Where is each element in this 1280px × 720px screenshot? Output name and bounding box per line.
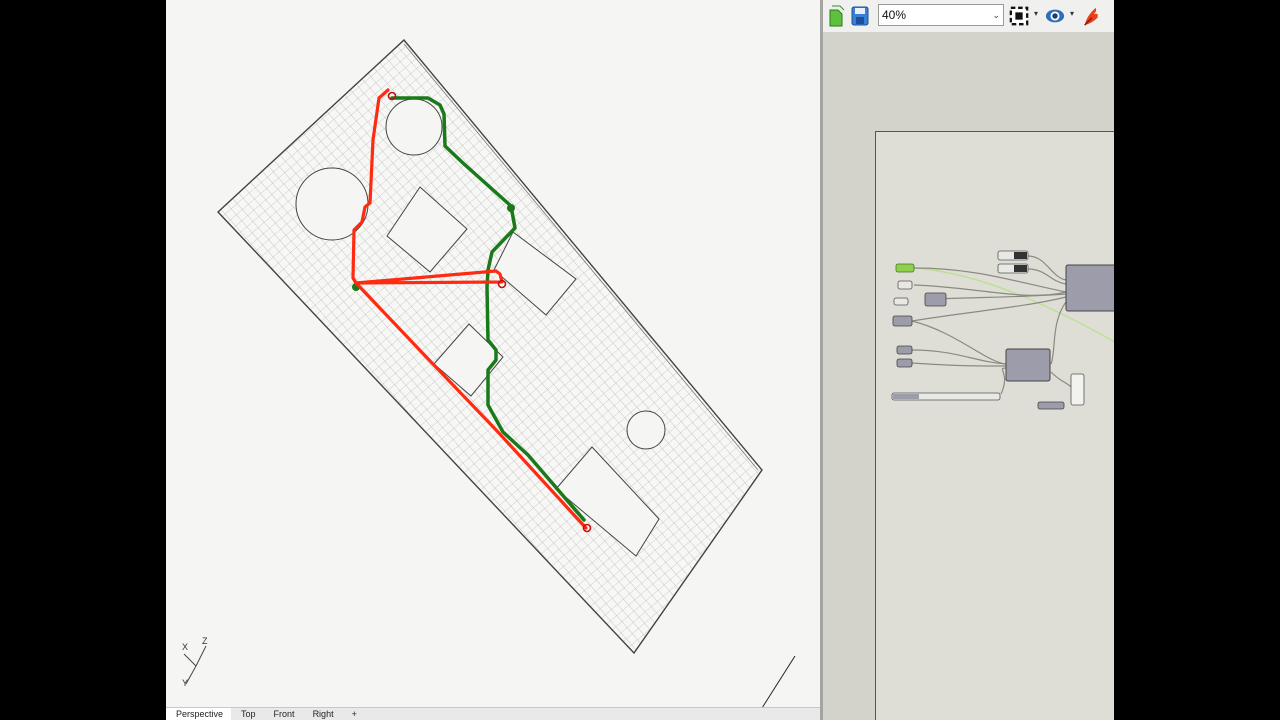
grasshopper-panel: 40% ⌄ ▾ ▾ xyxy=(820,0,1114,720)
circle-hole-small-top xyxy=(385,98,443,156)
gh-component-main xyxy=(1065,264,1114,312)
axis-z-label: Z xyxy=(202,636,208,646)
green-node-1 xyxy=(507,204,515,212)
gh-param-3 xyxy=(892,315,913,327)
circle-hole-large xyxy=(295,167,369,241)
axis-indicator: Z X Y xyxy=(176,636,216,694)
grasshopper-canvas[interactable] xyxy=(875,131,1114,720)
preview-dropdown-arrow[interactable]: ▾ xyxy=(1070,9,1074,18)
tab-right[interactable]: Right xyxy=(303,708,342,720)
zoom-level-dropdown[interactable]: 40% ⌄ xyxy=(878,4,1004,26)
tab-top[interactable]: Top xyxy=(231,708,264,720)
gh-param-5 xyxy=(896,358,913,368)
gh-param-4 xyxy=(896,345,913,355)
axis-x-label: X xyxy=(182,642,189,652)
preview-eye-icon[interactable] xyxy=(1045,4,1065,28)
viewport-scene[interactable] xyxy=(166,0,820,708)
gh-param-6 xyxy=(1037,401,1065,410)
panel-splitter[interactable] xyxy=(820,0,823,720)
zoom-extents-icon[interactable] xyxy=(1009,4,1029,28)
save-file-icon[interactable] xyxy=(850,4,870,28)
right-black-margin xyxy=(1114,0,1280,720)
gh-param-2 xyxy=(893,297,909,306)
sketch-pen-icon[interactable] xyxy=(1081,4,1101,28)
gh-param-selected xyxy=(895,263,915,273)
gh-component-small xyxy=(924,292,947,307)
chevron-down-icon: ⌄ xyxy=(992,10,1000,20)
circle-hole-bottom xyxy=(626,410,666,450)
open-file-icon[interactable] xyxy=(826,4,846,28)
axis-y-label: Y xyxy=(182,678,189,688)
tab-add[interactable]: + xyxy=(342,708,365,720)
zoom-level-value: 40% xyxy=(882,8,907,22)
rhino-perspective-viewport[interactable]: Z X Y Perspective Top Front Right + xyxy=(166,0,820,720)
gh-param-1 xyxy=(897,280,913,290)
tab-perspective[interactable]: Perspective xyxy=(166,708,232,720)
ground-edge-line xyxy=(761,655,796,708)
viewport-tabs: Perspective Top Front Right + xyxy=(166,707,820,720)
tab-front[interactable]: Front xyxy=(264,708,303,720)
gh-component-mid xyxy=(1005,348,1051,382)
gh-panel-small xyxy=(1070,373,1085,406)
zoom-extents-dropdown-arrow[interactable]: ▾ xyxy=(1034,9,1038,18)
left-black-margin xyxy=(0,0,166,720)
grasshopper-toolbar: 40% ⌄ ▾ ▾ xyxy=(823,0,1114,32)
